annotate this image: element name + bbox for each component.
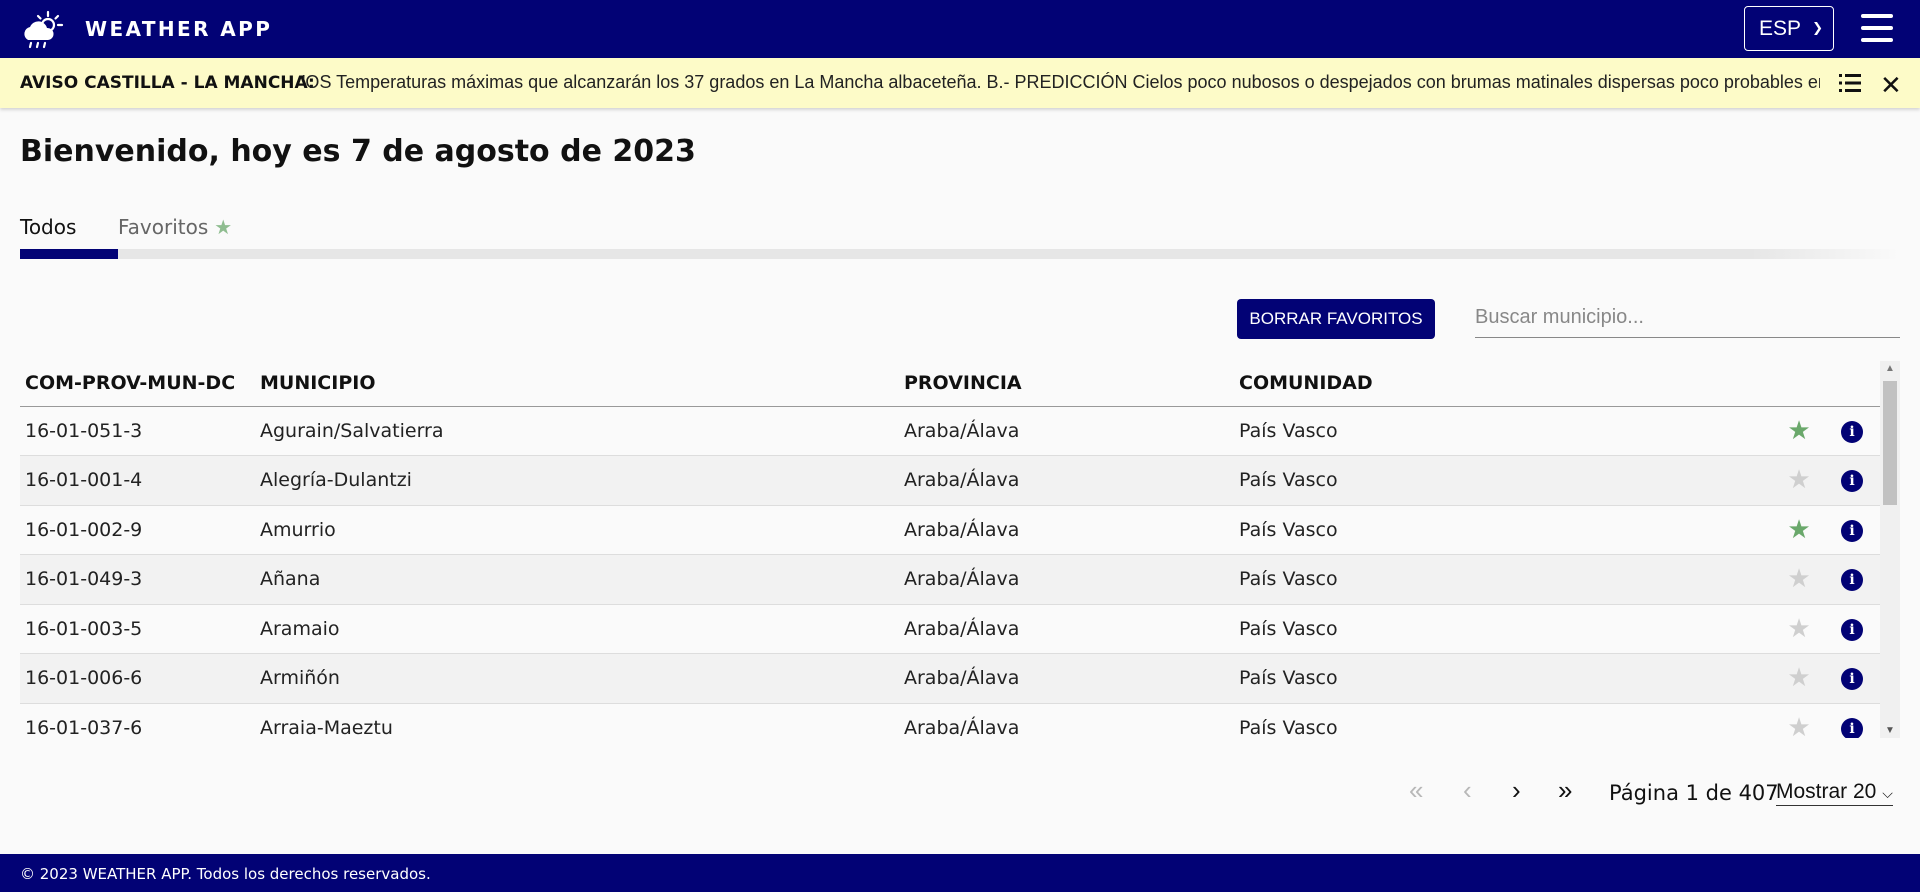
weather-alert-banner: AVISO CASTILLA - LA MANCHA: 'OS Temperat… (0, 58, 1920, 108)
tab-label: Favoritos (118, 215, 209, 239)
cell-code: 16-01-002-9 (20, 505, 255, 555)
cell-provincia: Araba/Álava (899, 653, 1234, 704)
favorite-star-icon[interactable]: ★ (1787, 713, 1810, 738)
municipality-table: COM-PROV-MUN-DC MUNICIPIO PROVINCIA COMU… (20, 361, 1900, 738)
info-icon[interactable]: i (1841, 569, 1863, 592)
info-icon[interactable]: i (1841, 618, 1863, 641)
scrollbar-thumb[interactable] (1883, 381, 1897, 505)
column-header-municipio[interactable]: MUNICIPIO (255, 361, 899, 407)
info-icon[interactable]: i (1841, 717, 1863, 738)
footer-copyright: © 2023 WEATHER APP. Todos los derechos r… (20, 865, 431, 883)
cell-provincia: Araba/Álava (899, 455, 1234, 506)
favorite-star-icon[interactable]: ★ (1787, 416, 1810, 446)
table-row[interactable]: 16-01-051-3 Agurain/Salvatierra Araba/Ál… (20, 406, 1880, 456)
cell-code: 16-01-006-6 (20, 653, 255, 704)
table-row[interactable]: 16-01-003-5 Aramaio Araba/Álava País Vas… (20, 604, 1880, 654)
cell-municipio: Amurrio (255, 505, 899, 555)
info-icon[interactable]: i (1841, 668, 1863, 691)
favorite-star-icon[interactable]: ★ (1787, 663, 1810, 693)
cell-municipio: Arraia-Maeztu (255, 703, 899, 738)
page-size-value: Mostrar 20 (1776, 780, 1877, 803)
top-navbar: WEATHER APP ESP ❯ (0, 0, 1920, 58)
alert-marquee: 'OS Temperaturas máximas que alcanzarán … (302, 72, 1820, 96)
table-row[interactable]: 16-01-006-6 Armiñón Araba/Álava País Vas… (20, 653, 1880, 704)
tab-favoritos[interactable]: Favoritos ★ (118, 215, 232, 239)
tab-track (20, 249, 1900, 259)
page-title: Bienvenido, hoy es 7 de agosto de 2023 (20, 134, 696, 169)
double-chevron-left-icon[interactable]: « (1409, 775, 1423, 806)
active-tab-indicator (20, 249, 118, 259)
cell-code: 16-01-049-3 (20, 554, 255, 605)
cell-municipio: Agurain/Salvatierra (255, 406, 899, 456)
cell-code: 16-01-037-6 (20, 703, 255, 738)
double-chevron-right-icon[interactable]: » (1558, 775, 1572, 806)
chevron-down-icon: ⌵ (1882, 785, 1893, 801)
cell-comunidad: País Vasco (1234, 505, 1774, 555)
cell-comunidad: País Vasco (1234, 653, 1774, 704)
cell-comunidad: País Vasco (1234, 703, 1774, 738)
table-scrollbar[interactable]: ▲ ▼ (1880, 361, 1900, 738)
page-indicator: Página 1 de 407 (1609, 781, 1779, 805)
cell-municipio: Añana (255, 554, 899, 605)
star-icon: ★ (214, 215, 233, 239)
column-header-info (1824, 361, 1880, 407)
table-row[interactable]: 16-01-001-4 Alegría-Dulantzi Araba/Álava… (20, 455, 1880, 506)
cell-code: 16-01-001-4 (20, 455, 255, 506)
list-icon[interactable] (1839, 73, 1861, 93)
info-icon[interactable]: i (1841, 470, 1863, 493)
cell-municipio: Alegría-Dulantzi (255, 455, 899, 506)
table-row[interactable]: 16-01-037-6 Arraia-Maeztu Araba/Álava Pa… (20, 703, 1880, 738)
app-title[interactable]: WEATHER APP (85, 17, 272, 41)
cloud-sun-rain-icon (24, 10, 64, 49)
search-input[interactable] (1475, 298, 1900, 338)
cell-comunidad: País Vasco (1234, 554, 1774, 605)
cell-comunidad: País Vasco (1234, 455, 1774, 506)
cell-code: 16-01-003-5 (20, 604, 255, 654)
chevron-right-icon[interactable]: › (1512, 775, 1521, 806)
column-header-provincia[interactable]: PROVINCIA (899, 361, 1234, 407)
column-header-code[interactable]: COM-PROV-MUN-DC (20, 361, 255, 407)
favorite-star-icon[interactable]: ★ (1787, 564, 1810, 594)
scroll-up-icon[interactable]: ▲ (1885, 363, 1895, 374)
scroll-down-icon[interactable]: ▼ (1885, 725, 1895, 736)
cell-provincia: Araba/Álava (899, 604, 1234, 654)
column-header-favorite (1774, 361, 1824, 407)
cell-provincia: Araba/Álava (899, 554, 1234, 605)
footer: © 2023 WEATHER APP. Todos los derechos r… (0, 854, 1920, 892)
cell-provincia: Araba/Álava (899, 406, 1234, 456)
cell-municipio: Armiñón (255, 653, 899, 704)
close-icon[interactable]: ✕ (1880, 70, 1902, 101)
chevron-down-icon: ❯ (1812, 20, 1823, 35)
favorite-star-icon[interactable]: ★ (1787, 515, 1810, 545)
alert-label: AVISO CASTILLA - LA MANCHA: (20, 73, 315, 93)
favorite-star-icon[interactable]: ★ (1787, 465, 1810, 495)
cell-comunidad: País Vasco (1234, 406, 1774, 456)
cell-municipio: Aramaio (255, 604, 899, 654)
tab-label: Todos (20, 215, 77, 239)
info-icon[interactable]: i (1841, 420, 1863, 443)
favorite-star-icon[interactable]: ★ (1787, 614, 1810, 644)
language-select[interactable]: ESP ❯ (1744, 6, 1834, 51)
chevron-left-icon[interactable]: ‹ (1463, 775, 1472, 806)
alert-text: 'OS Temperaturas máximas que alcanzarán … (302, 72, 1820, 92)
clear-favorites-button[interactable]: BORRAR FAVORITOS (1237, 299, 1435, 339)
column-header-comunidad[interactable]: COMUNIDAD (1234, 361, 1774, 407)
hamburger-menu-icon[interactable] (1861, 14, 1893, 42)
info-icon[interactable]: i (1841, 519, 1863, 542)
table-row[interactable]: 16-01-049-3 Añana Araba/Álava País Vasco… (20, 554, 1880, 605)
cell-comunidad: País Vasco (1234, 604, 1774, 654)
tab-todos[interactable]: Todos (20, 215, 76, 239)
cell-provincia: Araba/Álava (899, 505, 1234, 555)
table-header-row: COM-PROV-MUN-DC MUNICIPIO PROVINCIA COMU… (20, 361, 1880, 407)
cell-provincia: Araba/Álava (899, 703, 1234, 738)
language-value: ESP (1759, 16, 1802, 40)
cell-code: 16-01-051-3 (20, 406, 255, 456)
table-row[interactable]: 16-01-002-9 Amurrio Araba/Álava País Vas… (20, 505, 1880, 555)
page-size-select[interactable]: Mostrar 20 ⌵ (1776, 780, 1893, 806)
